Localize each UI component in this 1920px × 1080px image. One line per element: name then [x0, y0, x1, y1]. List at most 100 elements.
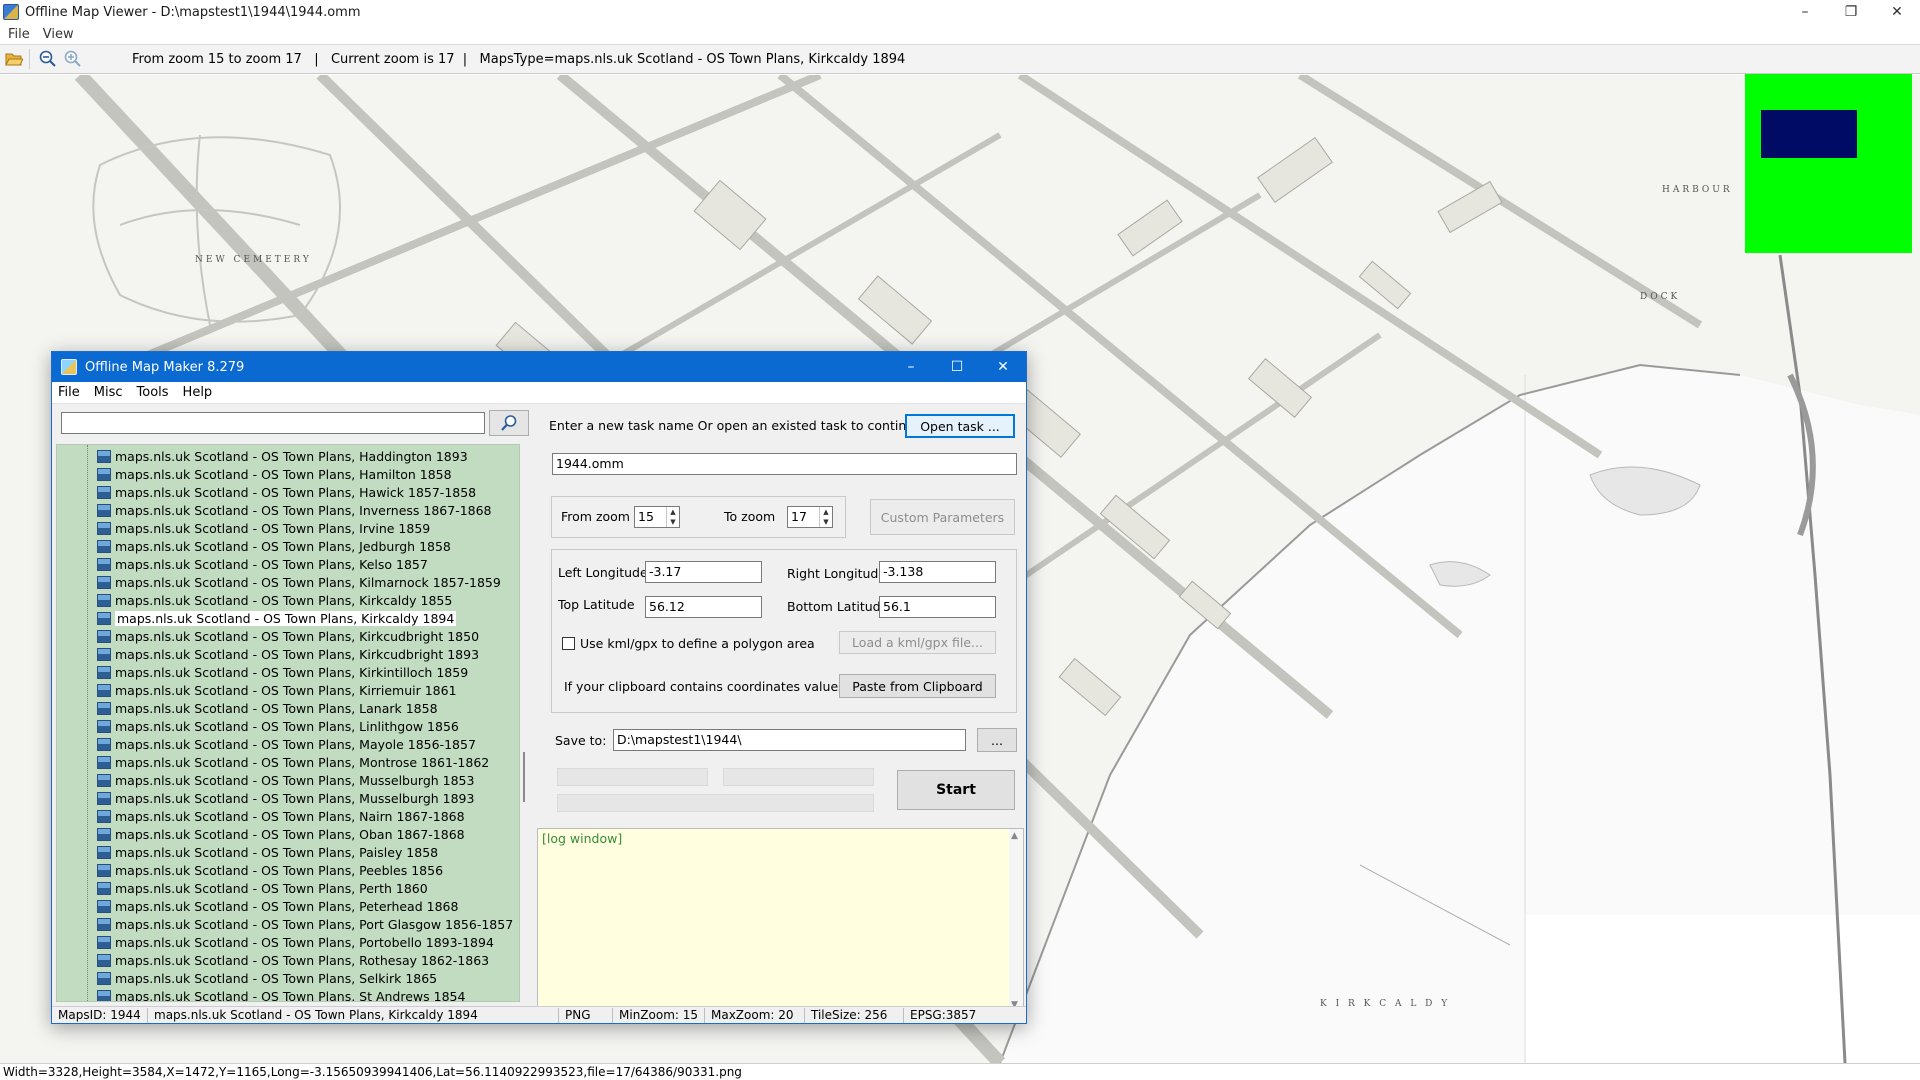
tree-item-label: maps.nls.uk Scotland - OS Town Plans, Ki… — [115, 574, 501, 590]
search-button[interactable] — [489, 410, 529, 436]
tree-item[interactable]: maps.nls.uk Scotland - OS Town Plans, Po… — [97, 933, 494, 951]
use-kml-checkbox[interactable] — [562, 637, 575, 650]
map-tile-icon — [97, 575, 111, 589]
to-zoom-spinner[interactable]: 17 ▲ ▼ — [787, 506, 833, 528]
map-tile-icon — [97, 827, 111, 841]
tree-item[interactable]: maps.nls.uk Scotland - OS Town Plans, Ma… — [97, 735, 476, 753]
tree-item[interactable]: maps.nls.uk Scotland - OS Town Plans, Po… — [97, 915, 513, 933]
tree-item[interactable]: maps.nls.uk Scotland - OS Town Plans, Ke… — [97, 555, 428, 573]
tree-item[interactable]: maps.nls.uk Scotland - OS Town Plans, Ki… — [97, 663, 468, 681]
tree-item[interactable]: maps.nls.uk Scotland - OS Town Plans, Ir… — [97, 519, 430, 537]
left-longitude-input[interactable]: -3.17 — [645, 561, 762, 583]
tree-item[interactable]: maps.nls.uk Scotland - OS Town Plans, Pa… — [97, 843, 438, 861]
custom-parameters-button[interactable]: Custom Parameters — [870, 499, 1015, 535]
tree-item[interactable]: maps.nls.uk Scotland - OS Town Plans, Se… — [97, 969, 437, 987]
map-tile-icon — [97, 863, 111, 877]
zoom-in-icon[interactable] — [62, 48, 84, 70]
tree-item-label: maps.nls.uk Scotland - OS Town Plans, Ha… — [115, 484, 477, 500]
tree-item[interactable]: maps.nls.uk Scotland - OS Town Plans, Ki… — [97, 591, 452, 609]
zoom-out-icon[interactable] — [37, 48, 59, 70]
dialog-close-button[interactable]: ✕ — [980, 352, 1026, 382]
menu-file[interactable]: File — [8, 27, 39, 42]
status-format: PNG — [559, 1007, 613, 1023]
scroll-up-icon[interactable]: ▲ — [1011, 831, 1018, 841]
viewer-titlebar: Offline Map Viewer - D:\mapstest1\1944\1… — [0, 0, 1920, 24]
tree-item-label: maps.nls.uk Scotland - OS Town Plans, Mu… — [115, 772, 475, 788]
tree-item-label: maps.nls.uk Scotland - OS Town Plans, La… — [115, 700, 438, 716]
dialog-maximize-button[interactable]: ☐ — [934, 352, 980, 382]
map-tile-icon — [97, 521, 111, 535]
overview-viewport-box[interactable] — [1761, 110, 1857, 158]
dialog-menu-file[interactable]: File — [58, 385, 80, 400]
browse-folder-button[interactable]: ... — [977, 728, 1017, 752]
tree-item[interactable]: maps.nls.uk Scotland - OS Town Plans, Ki… — [97, 609, 457, 627]
tree-item-label: maps.nls.uk Scotland - OS Town Plans, Ki… — [115, 646, 480, 662]
tree-scrollbar[interactable] — [520, 444, 528, 1002]
map-type-tree[interactable]: maps.nls.uk Scotland - OS Town Plans, Ha… — [56, 444, 520, 1002]
map-label-dock: DOCK — [1640, 292, 1681, 302]
offline-map-maker-dialog: Offline Map Maker 8.279 – ☐ ✕ File Misc … — [51, 351, 1027, 1024]
to-zoom-down-icon[interactable]: ▼ — [820, 517, 832, 527]
map-tile-icon — [97, 809, 111, 823]
log-scrollbar[interactable]: ▲ ▼ — [1009, 829, 1023, 1012]
tree-item-label: maps.nls.uk Scotland - OS Town Plans, Pa… — [115, 844, 439, 860]
tree-scrollbar-thumb[interactable] — [523, 752, 525, 802]
save-to-path-input[interactable]: D:\mapstest1\1944\ — [613, 729, 966, 751]
dialog-minimize-button[interactable]: – — [888, 352, 934, 382]
tree-item[interactable]: maps.nls.uk Scotland - OS Town Plans, Li… — [97, 717, 459, 735]
open-task-button[interactable]: Open task ... — [905, 414, 1015, 438]
status-min-zoom: MinZoom: 15 — [613, 1007, 705, 1023]
menu-view[interactable]: View — [43, 27, 83, 42]
map-label-town: K I R K C A L D Y — [1320, 999, 1451, 1009]
restore-button[interactable]: ❐ — [1828, 0, 1874, 24]
log-window[interactable]: [log window] ▲ ▼ — [537, 828, 1024, 1013]
task-name-input[interactable]: 1944.omm — [552, 453, 1017, 475]
folder-open-icon[interactable] — [3, 48, 25, 70]
tree-item[interactable]: maps.nls.uk Scotland - OS Town Plans, St… — [97, 987, 465, 1001]
tree-item-label: maps.nls.uk Scotland - OS Town Plans, In… — [115, 502, 492, 518]
map-tile-icon — [97, 845, 111, 859]
tree-item[interactable]: maps.nls.uk Scotland - OS Town Plans, Ki… — [97, 681, 457, 699]
tree-item[interactable]: maps.nls.uk Scotland - OS Town Plans, In… — [97, 501, 492, 519]
tree-item[interactable]: maps.nls.uk Scotland - OS Town Plans, Ro… — [97, 951, 489, 969]
tree-item[interactable]: maps.nls.uk Scotland - OS Town Plans, Ha… — [97, 465, 452, 483]
paste-from-clipboard-button[interactable]: Paste from Clipboard — [839, 674, 996, 698]
to-zoom-up-icon[interactable]: ▲ — [820, 507, 832, 517]
map-tile-icon — [97, 683, 111, 697]
dialog-menu-tools[interactable]: Tools — [137, 385, 169, 400]
minimize-button[interactable]: – — [1782, 0, 1828, 24]
tree-item[interactable]: maps.nls.uk Scotland - OS Town Plans, Mo… — [97, 753, 489, 771]
tree-item[interactable]: maps.nls.uk Scotland - OS Town Plans, La… — [97, 699, 438, 717]
tree-item[interactable]: maps.nls.uk Scotland - OS Town Plans, Mu… — [97, 789, 474, 807]
bottom-latitude-input[interactable]: 56.1 — [879, 596, 996, 618]
tree-item[interactable]: maps.nls.uk Scotland - OS Town Plans, Ki… — [97, 645, 479, 663]
tree-item[interactable]: maps.nls.uk Scotland - OS Town Plans, Pe… — [97, 879, 428, 897]
tree-item[interactable]: maps.nls.uk Scotland - OS Town Plans, Ki… — [97, 573, 501, 591]
bottom-latitude-label: Bottom Latitude — [787, 599, 889, 614]
start-button[interactable]: Start — [897, 770, 1015, 810]
from-zoom-down-icon[interactable]: ▼ — [667, 517, 679, 527]
overview-map[interactable] — [1745, 74, 1912, 253]
tree-item[interactable]: maps.nls.uk Scotland - OS Town Plans, Mu… — [97, 771, 474, 789]
map-viewer-app-icon — [3, 4, 19, 20]
tree-item-label: maps.nls.uk Scotland - OS Town Plans, Je… — [115, 538, 451, 554]
from-zoom-up-icon[interactable]: ▲ — [667, 507, 679, 517]
from-zoom-spinner[interactable]: 15 ▲ ▼ — [634, 506, 680, 528]
tree-item[interactable]: maps.nls.uk Scotland - OS Town Plans, Ha… — [97, 483, 476, 501]
dialog-menu-help[interactable]: Help — [183, 385, 213, 400]
map-search-input[interactable] — [61, 412, 485, 434]
load-kml-button[interactable]: Load a kml/gpx file... — [839, 631, 996, 654]
tree-item[interactable]: maps.nls.uk Scotland - OS Town Plans, Ki… — [97, 627, 479, 645]
right-longitude-input[interactable]: -3.138 — [879, 561, 996, 583]
dialog-menu-misc[interactable]: Misc — [94, 385, 123, 400]
tree-item[interactable]: maps.nls.uk Scotland - OS Town Plans, Na… — [97, 807, 465, 825]
tree-item[interactable]: maps.nls.uk Scotland - OS Town Plans, Je… — [97, 537, 451, 555]
tree-item[interactable]: maps.nls.uk Scotland - OS Town Plans, Pe… — [97, 861, 443, 879]
status-tile-size: TileSize: 256 — [805, 1007, 904, 1023]
tree-item[interactable]: maps.nls.uk Scotland - OS Town Plans, Pe… — [97, 897, 458, 915]
tree-item[interactable]: maps.nls.uk Scotland - OS Town Plans, Ob… — [97, 825, 465, 843]
close-button[interactable]: ✕ — [1874, 0, 1920, 24]
tree-item-label: maps.nls.uk Scotland - OS Town Plans, Pe… — [115, 880, 428, 896]
top-latitude-input[interactable]: 56.12 — [645, 596, 762, 618]
tree-item[interactable]: maps.nls.uk Scotland - OS Town Plans, Ha… — [97, 447, 468, 465]
